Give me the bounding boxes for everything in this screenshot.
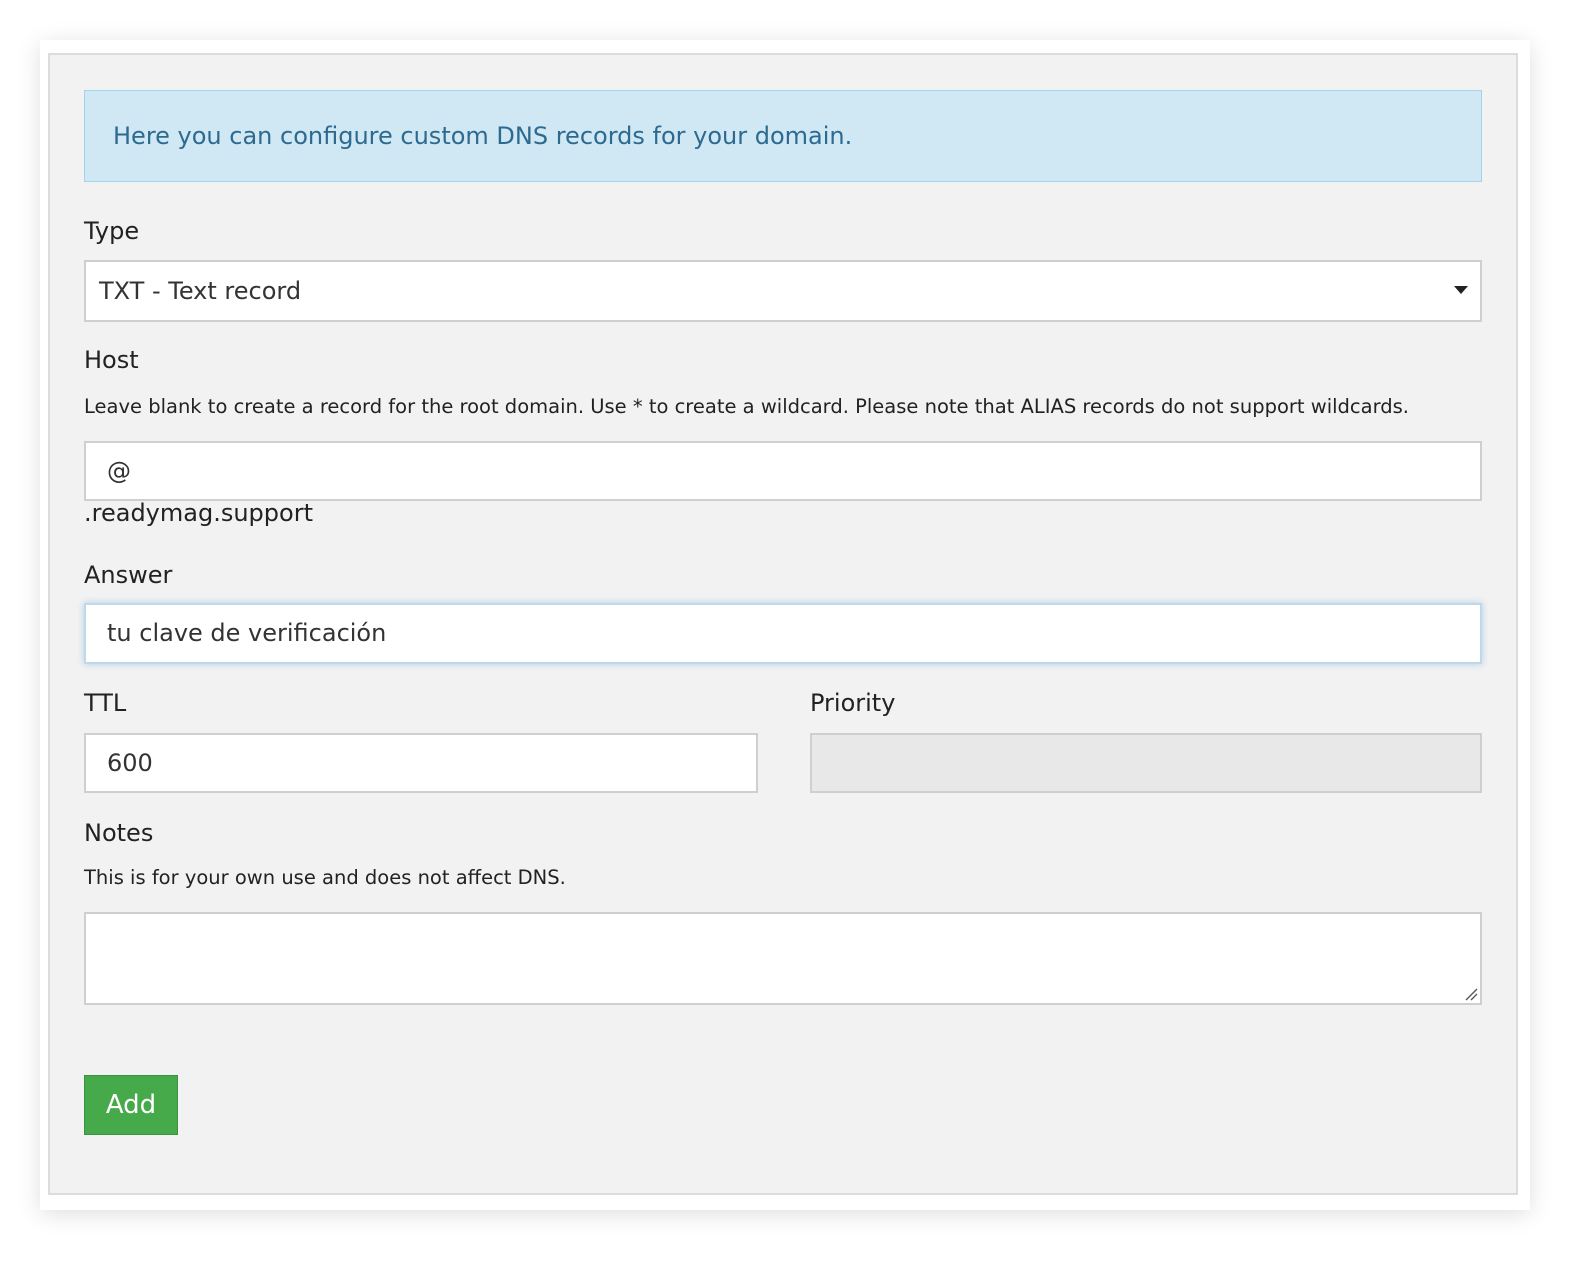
notes-help-text: This is for your own use and does not af… bbox=[84, 866, 566, 889]
ttl-label: TTL bbox=[84, 689, 127, 717]
answer-input[interactable]: tu clave de verificación bbox=[84, 603, 1482, 664]
card-frame: Here you can configure custom DNS record… bbox=[40, 40, 1530, 1210]
add-button[interactable]: Add bbox=[84, 1075, 178, 1135]
caret-down-icon bbox=[1454, 286, 1468, 294]
dns-record-form: Here you can configure custom DNS record… bbox=[48, 53, 1518, 1195]
type-label: Type bbox=[84, 217, 140, 245]
info-alert: Here you can configure custom DNS record… bbox=[84, 90, 1482, 182]
ttl-input[interactable]: 600 bbox=[84, 733, 758, 793]
answer-label: Answer bbox=[84, 561, 173, 589]
host-help-text: Leave blank to create a record for the r… bbox=[84, 395, 1409, 418]
resize-handle-icon[interactable] bbox=[1464, 987, 1478, 1001]
notes-label: Notes bbox=[84, 819, 154, 847]
type-select-value: TXT - Text record bbox=[99, 277, 302, 305]
host-input[interactable]: @ bbox=[84, 441, 1482, 501]
priority-label: Priority bbox=[810, 689, 896, 717]
notes-textarea[interactable] bbox=[84, 912, 1482, 1005]
type-select[interactable]: TXT - Text record bbox=[84, 260, 1482, 322]
host-label: Host bbox=[84, 346, 139, 374]
priority-input bbox=[810, 733, 1482, 793]
host-domain-suffix: .readymag.support bbox=[84, 499, 313, 527]
